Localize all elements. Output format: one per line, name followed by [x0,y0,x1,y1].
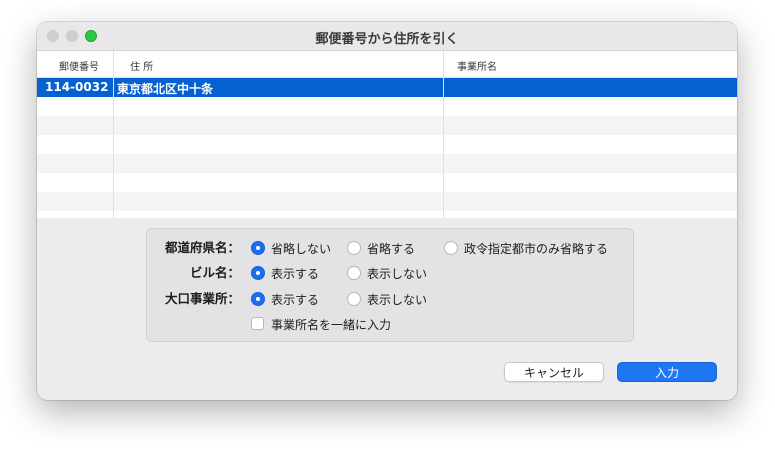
options-panel: 都道府県名： 省略しない 省略する 政令指定都市のみ省略する ビル名： 表示する… [146,228,634,342]
building-hide-label[interactable]: 表示しない [367,265,427,282]
column-header-business[interactable]: 事業所名 [457,58,497,73]
building-show-label[interactable]: 表示する [271,265,319,282]
include-business-name-checkbox[interactable] [251,317,264,330]
building-label: ビル名： [189,265,240,280]
column-header-address[interactable]: 住 所 [130,58,153,73]
title-bar: 郵便番号から住所を引く [37,22,737,51]
large-office-label: 大口事業所： [164,291,240,306]
input-button[interactable]: 入力 [617,362,717,382]
building-show-radio[interactable] [251,266,265,280]
building-hide-radio[interactable] [347,266,361,280]
cell-zip: 114-0032 [45,80,109,94]
window-title: 郵便番号から住所を引く [315,32,459,47]
table-row-empty [37,192,737,211]
large-office-show-radio[interactable] [251,292,265,306]
cell-address: 東京都北区中十条 [117,82,214,96]
prefecture-no-omit-label[interactable]: 省略しない [271,240,331,257]
large-office-hide-label[interactable]: 表示しない [367,291,427,308]
column-divider [443,51,444,218]
table-row-empty [37,211,737,218]
table-row-empty [37,173,737,192]
results-table[interactable]: 郵便番号 住 所 事業所名 114-0032 東京都北区中十条 [37,51,737,218]
prefecture-designated-city-radio[interactable] [444,241,458,255]
table-row-empty [37,154,737,173]
table-row-empty [37,116,737,135]
include-business-name-label[interactable]: 事業所名を一緒に入力 [271,316,391,333]
large-office-show-label[interactable]: 表示する [271,291,319,308]
prefecture-designated-city-label[interactable]: 政令指定都市のみ省略する [464,240,608,257]
prefecture-no-omit-radio[interactable] [251,241,265,255]
large-office-hide-radio[interactable] [347,292,361,306]
postal-lookup-window: 郵便番号から住所を引く 郵便番号 住 所 事業所名 114-0032 東京都北区… [37,22,737,400]
table-header: 郵便番号 住 所 事業所名 [37,51,737,78]
column-header-zip[interactable]: 郵便番号 [59,58,99,73]
cancel-button[interactable]: キャンセル [504,362,604,382]
prefecture-label: 都道府県名： [164,240,240,255]
prefecture-omit-label[interactable]: 省略する [367,240,415,257]
table-row[interactable]: 114-0032 東京都北区中十条 [37,78,737,97]
prefecture-omit-radio[interactable] [347,241,361,255]
table-row-empty [37,135,737,154]
column-divider [113,51,114,218]
table-row-empty [37,97,737,116]
